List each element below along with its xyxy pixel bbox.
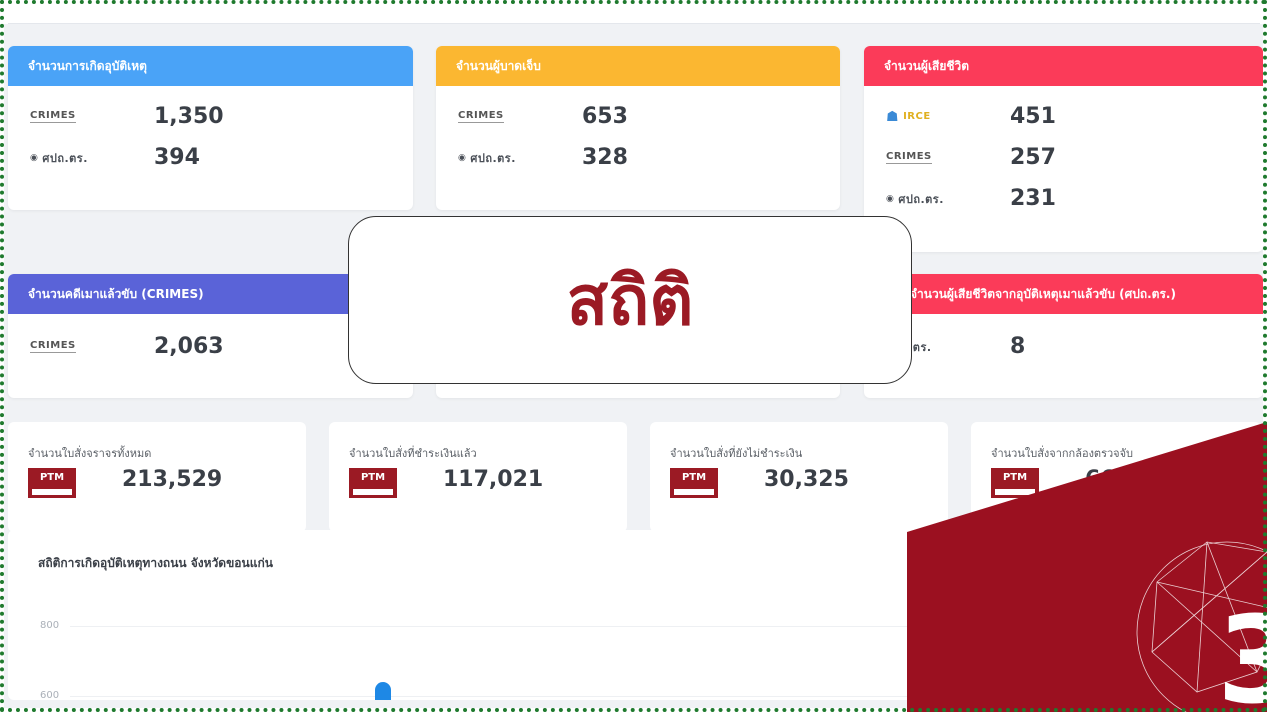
ptm-card-paid: จำนวนใบสั่งที่ชำระเงินแล้ว PTM 117,021 [329, 422, 627, 532]
gridline [70, 696, 970, 697]
stat-value: 328 [582, 145, 628, 170]
statistics-label: สถิติ [566, 262, 694, 341]
ptm-value: 213,529 [122, 467, 223, 492]
card-title: จำนวนคดีเมาแล้วขับ (CRIMES) [28, 286, 204, 301]
stat-value: 2,063 [154, 334, 224, 359]
chart-title: สถิติการเกิดอุบัติเหตุทางถนน จังหวัดขอนแ… [38, 556, 273, 570]
stat-value: 653 [582, 104, 628, 129]
death-count-card: จำนวนผู้เสียชีวิต ☗ IRCE 451 CRIMES 257 … [864, 46, 1263, 252]
card-header: จำนวนผู้บาดเจ็บ [436, 46, 840, 86]
card-header: จำนวนผู้เสียชีวิตจากอุบัติเหตุเมาแล้วขับ… [864, 274, 1263, 314]
stat-value: 257 [1010, 145, 1056, 170]
stat-value: 451 [1010, 104, 1056, 129]
ptm-value: 117,021 [443, 467, 544, 492]
stat-row: ◉ ศปถ.ตร. 328 [436, 137, 840, 178]
stat-value: 231 [1010, 186, 1056, 211]
brand-corner-graphic: 3 [907, 422, 1267, 712]
stat-row: CRIMES 653 [436, 96, 840, 137]
corner-digit: 3 [1217, 592, 1267, 712]
card-title: จำนวนผู้บาดเจ็บ [456, 58, 541, 73]
irce-logo-icon: ☗ [886, 108, 900, 125]
card-title: จำนวนผู้เสียชีวิต [884, 58, 970, 73]
stat-row: ☗ IRCE 451 [864, 96, 1263, 137]
stat-row: CRIMES 257 [864, 137, 1263, 178]
stat-row: ศปถ.ตร. 8 [864, 326, 1263, 367]
y-tick-label: 800 [40, 620, 60, 631]
stat-value: 8 [1010, 334, 1026, 359]
y-tick-label: 600 [40, 690, 60, 701]
ptm-logo-icon: PTM [670, 468, 718, 498]
card-header: จำนวนผู้เสียชีวิต [864, 46, 1263, 86]
ptm-logo-icon: PTM [349, 468, 397, 498]
ptm-title: จำนวนใบสั่งที่ยังไม่ชำระเงิน [670, 447, 803, 460]
chart-bar [375, 682, 391, 700]
source-label: CRIMES [30, 110, 76, 123]
police-emblem-icon: ◉ [30, 152, 39, 163]
gridline [70, 626, 970, 627]
injured-count-card: จำนวนผู้บาดเจ็บ CRIMES 653 ◉ ศปถ.ตร. 328 [436, 46, 840, 210]
source-label: ◉ ศปถ.ตร. [30, 151, 88, 165]
drunk-death-card: จำนวนผู้เสียชีวิตจากอุบัติเหตุเมาแล้วขับ… [864, 274, 1263, 398]
statistics-label-box: สถิติ [348, 216, 912, 384]
stat-row: CRIMES 1,350 [8, 96, 413, 137]
source-label: CRIMES [458, 110, 504, 123]
source-label: CRIMES [30, 340, 76, 353]
police-emblem-icon: ◉ [458, 152, 467, 163]
ptm-card-total: จำนวนใบสั่งจราจรทั้งหมด PTM 213,529 [8, 422, 306, 532]
corner-red-panel [907, 422, 1267, 712]
top-bar [8, 6, 1260, 24]
police-emblem-icon: ◉ [886, 193, 895, 204]
ptm-card-unpaid: จำนวนใบสั่งที่ยังไม่ชำระเงิน PTM 30,325 [650, 422, 948, 532]
ptm-logo-icon: PTM [28, 468, 76, 498]
ptm-value: 30,325 [764, 467, 849, 492]
source-label: ◉ ศปถ.ตร. [458, 151, 516, 165]
ptm-title: จำนวนใบสั่งที่ชำระเงินแล้ว [349, 447, 477, 460]
card-header: จำนวนการเกิดอุบัติเหตุ [8, 46, 413, 86]
stat-row: ◉ ศปถ.ตร. 231 [864, 178, 1263, 219]
source-label: ☗ IRCE [886, 108, 931, 125]
stat-value: 394 [154, 145, 200, 170]
card-title: จำนวนผู้เสียชีวิตจากอุบัติเหตุเมาแล้วขับ… [910, 286, 1176, 301]
ptm-title: จำนวนใบสั่งจราจรทั้งหมด [28, 447, 152, 460]
stat-value: 1,350 [154, 104, 224, 129]
source-label: ◉ ศปถ.ตร. [886, 192, 944, 206]
stat-row: ◉ ศปถ.ตร. 394 [8, 137, 413, 178]
card-title: จำนวนการเกิดอุบัติเหตุ [28, 58, 147, 73]
source-label: CRIMES [886, 151, 932, 164]
accident-count-card: จำนวนการเกิดอุบัติเหตุ CRIMES 1,350 ◉ ศปถ… [8, 46, 413, 210]
